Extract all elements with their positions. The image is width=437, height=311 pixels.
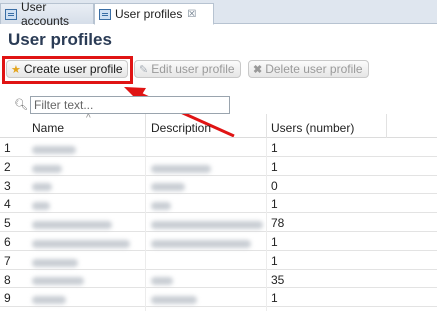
row-index: 9 — [4, 291, 11, 306]
highlight-box — [2, 56, 133, 84]
column-header-description[interactable]: Description — [151, 121, 211, 135]
users-cell: 78 — [271, 216, 285, 231]
users-cell: 1 — [271, 141, 278, 155]
users-cell: 1 — [271, 291, 278, 306]
users-cell: 1 — [271, 234, 278, 249]
table-header: Name ^ Description Users (number) — [0, 113, 437, 138]
users-cell: 1 — [271, 159, 278, 174]
table-row[interactable]: 5 78 — [0, 213, 437, 232]
page-title: User profiles — [8, 30, 112, 49]
user-profiles-table: Name ^ Description Users (number) 1 1 2 … — [0, 113, 437, 308]
row-index: 2 — [4, 159, 11, 174]
row-index: 8 — [4, 272, 11, 287]
row-index: 5 — [4, 216, 11, 231]
table-row[interactable]: 7 1 — [0, 251, 437, 270]
sort-ascending-icon: ^ — [86, 113, 91, 124]
name-cell-redacted — [32, 291, 66, 305]
filter-bar: 🔍︎ — [14, 96, 230, 114]
table-icon — [99, 8, 111, 20]
delete-icon: ✖ — [253, 63, 263, 76]
users-cell: 1 — [271, 253, 278, 268]
column-gridline — [145, 138, 146, 311]
search-icon: 🔍︎ — [14, 99, 28, 111]
row-index: 3 — [4, 178, 11, 193]
description-cell-redacted — [151, 273, 173, 287]
table-icon — [5, 8, 17, 20]
filter-input[interactable] — [30, 96, 230, 114]
button-label: Delete user profile — [265, 62, 363, 76]
delete-user-profile-button[interactable]: ✖ Delete user profile — [248, 60, 369, 78]
table-row[interactable]: 2 1 — [0, 157, 437, 176]
row-index: 6 — [4, 234, 11, 249]
column-header-users[interactable]: Users (number) — [271, 121, 354, 135]
table-row[interactable]: 6 1 — [0, 232, 437, 251]
column-divider[interactable] — [386, 114, 387, 138]
description-cell-redacted — [151, 179, 185, 193]
table-row[interactable]: 9 1 — [0, 288, 437, 308]
tab-user-profiles[interactable]: User profiles ☒ — [94, 3, 214, 25]
button-label: Edit user profile — [151, 62, 235, 76]
edit-user-profile-button[interactable]: ✎ Edit user profile — [134, 60, 241, 78]
table-row[interactable]: 4 1 — [0, 194, 437, 214]
tab-user-accounts[interactable]: User accounts — [0, 0, 94, 28]
table-row[interactable]: 8 35 — [0, 270, 437, 289]
description-cell-redacted — [151, 216, 263, 230]
column-header-name[interactable]: Name — [32, 121, 64, 135]
name-cell-redacted — [32, 273, 84, 287]
close-icon[interactable]: ☒ — [187, 9, 196, 20]
row-index: 4 — [4, 197, 11, 212]
name-cell-redacted — [32, 216, 112, 230]
tab-label: User accounts — [21, 0, 70, 28]
users-cell: 1 — [271, 197, 278, 212]
column-gridline — [266, 138, 267, 311]
description-cell-redacted — [151, 235, 251, 249]
name-cell-redacted — [32, 235, 130, 249]
tab-strip: User accounts User profiles ☒ — [0, 0, 437, 28]
name-cell-redacted — [32, 254, 78, 268]
table-row[interactable]: 3 0 — [0, 176, 437, 195]
description-cell-redacted — [151, 291, 197, 305]
tab-label: User profiles — [115, 7, 183, 21]
description-cell-redacted — [151, 160, 211, 174]
column-divider[interactable] — [145, 114, 146, 138]
column-divider[interactable] — [266, 114, 267, 138]
users-cell: 35 — [271, 272, 285, 287]
name-cell-redacted — [32, 179, 52, 193]
users-cell: 0 — [271, 178, 278, 193]
row-index: 1 — [4, 141, 11, 155]
table-row[interactable]: 1 1 — [0, 138, 437, 157]
pencil-icon: ✎ — [139, 63, 149, 76]
name-cell-redacted — [32, 141, 76, 155]
name-cell-redacted — [32, 160, 62, 174]
description-cell-redacted — [151, 197, 171, 211]
name-cell-redacted — [32, 197, 50, 211]
row-index: 7 — [4, 253, 11, 268]
